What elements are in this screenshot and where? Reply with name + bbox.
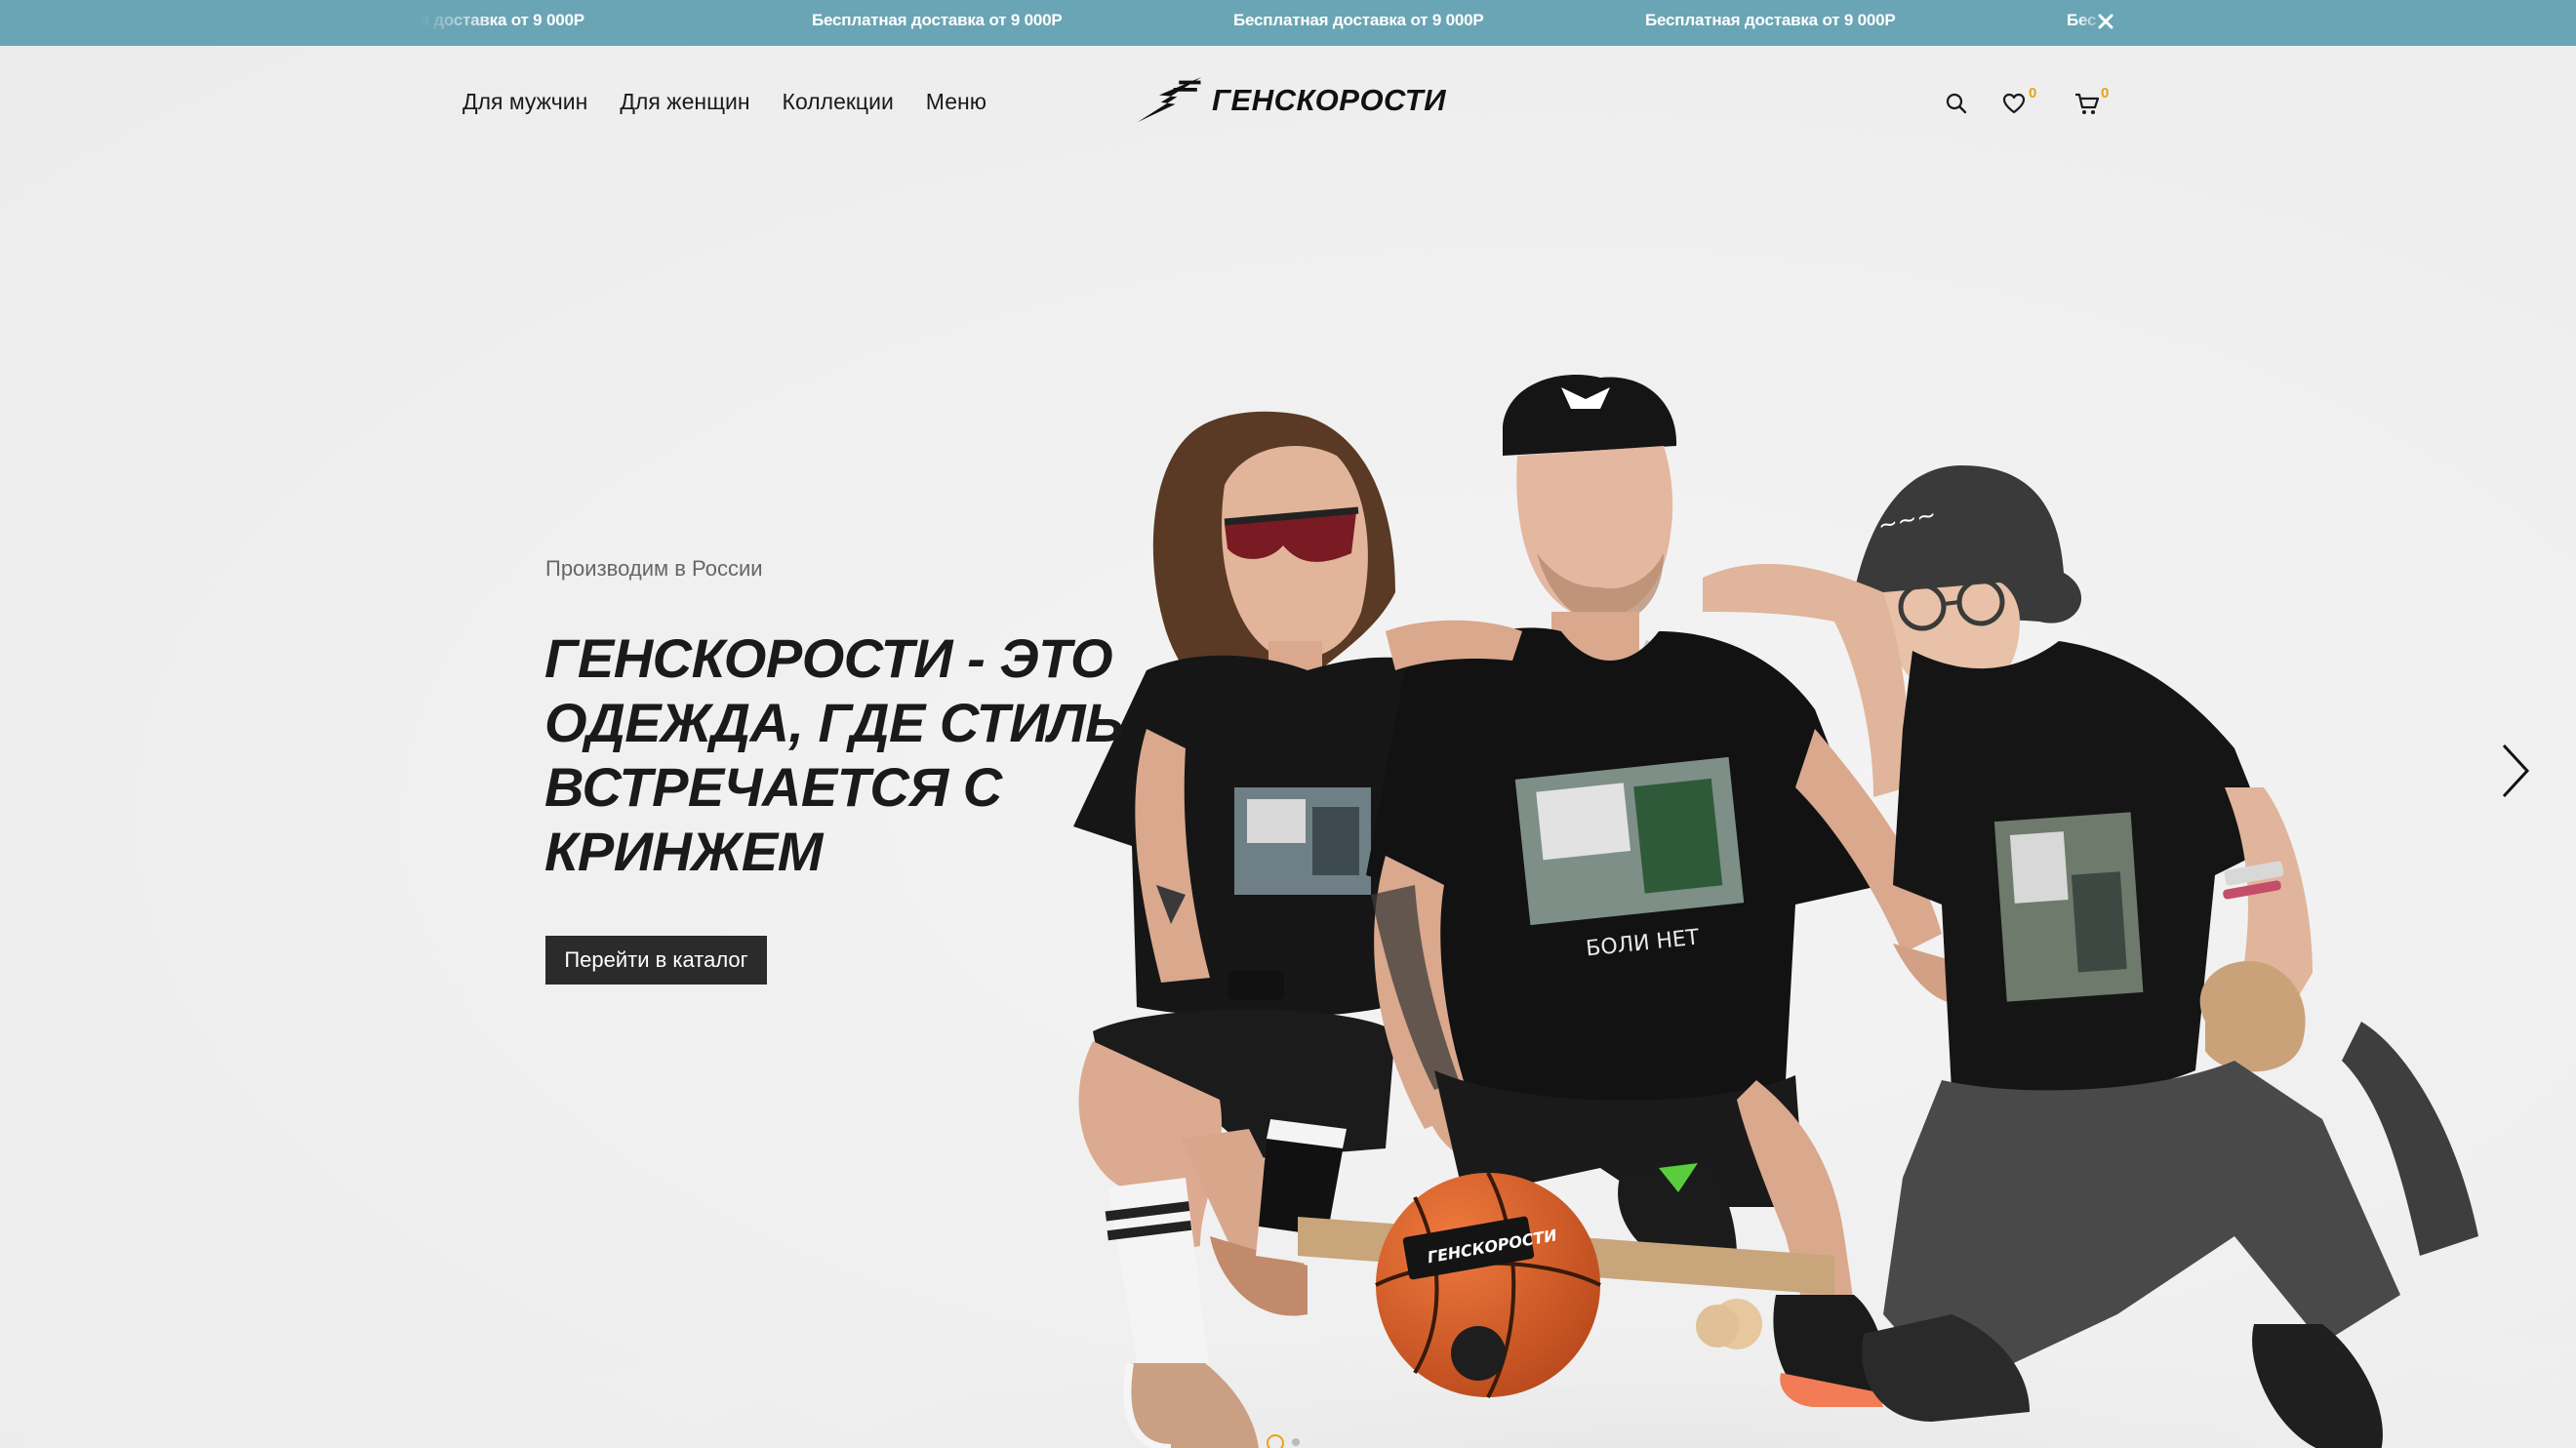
nav-link-women[interactable]: Для женщин	[620, 89, 749, 115]
site-header: Для мужчин Для женщин Коллекции Меню ГЕН…	[0, 46, 2576, 158]
close-icon[interactable]	[2094, 10, 2117, 33]
nav-link-menu[interactable]: Меню	[926, 89, 986, 115]
nav-link-collections[interactable]: Коллекции	[783, 89, 894, 115]
cart-count-badge: 0	[2101, 85, 2110, 101]
logo-text: ГЕНСКОРОСТИ	[1212, 83, 1446, 117]
promo-marquee: я доставка от 9 000Р Бесплатная доставка…	[0, 0, 2108, 46]
slider-pagination	[1267, 1434, 1306, 1448]
cart-icon	[2074, 93, 2100, 120]
hero-eyebrow: Производим в России	[545, 556, 763, 581]
promo-text: Бесплатная доставка от 9 000Р	[1645, 11, 1896, 29]
chevron-right-icon[interactable]	[2498, 742, 2533, 800]
promo-text: Бесплатная доставка от 9 000Р	[1233, 11, 1484, 29]
wishlist-button[interactable]: 0	[2002, 85, 2036, 119]
header-tools: 0 0	[1946, 85, 2121, 121]
wishlist-count-badge: 0	[2029, 85, 2037, 101]
promo-text: я доставка от 9 000Р	[420, 11, 584, 29]
lightning-logo-icon	[1137, 76, 1202, 123]
nav-link-men[interactable]: Для мужчин	[463, 89, 587, 115]
main-nav: Для мужчин Для женщин Коллекции Меню	[463, 89, 986, 115]
slider-dot-active[interactable]	[1267, 1434, 1284, 1448]
slider-dot[interactable]	[1292, 1438, 1300, 1446]
heart-icon	[2002, 93, 2026, 118]
cart-button[interactable]: 0	[2074, 85, 2109, 121]
search-icon[interactable]	[1946, 93, 1967, 119]
hero-slider: БОЛИ НЕТ ГЕНСКОРОСТИ ~~~	[0, 46, 2576, 1448]
catalog-button[interactable]: Перейти в каталог	[545, 936, 767, 985]
promo-bar: я доставка от 9 000Р Бесплатная доставка…	[0, 0, 2576, 46]
promo-text: Бес	[2067, 11, 2097, 29]
site-logo[interactable]: ГЕНСКОРОСТИ	[1134, 73, 1446, 128]
hero-photo: БОЛИ НЕТ ГЕНСКОРОСТИ ~~~	[488, 375, 2576, 1448]
hero-headline: ГЕНСКОРОСТИ - ЭТО ОДЕЖДА, ГДЕ СТИЛЬ ВСТР…	[544, 627, 1124, 882]
promo-text: Бесплатная доставка от 9 000Р	[812, 11, 1063, 29]
